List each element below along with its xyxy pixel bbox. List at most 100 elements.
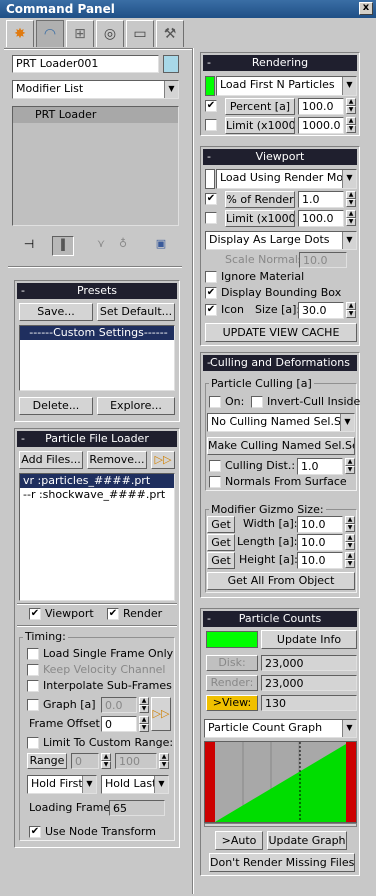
height-spinner[interactable]: ▲ ▼ [345, 552, 355, 569]
length-spinner[interactable]: ▲ ▼ [345, 534, 355, 551]
presets-set-default-button[interactable]: Set Default... [97, 303, 175, 321]
viewport-limit-spinner[interactable]: ▲ ▼ [346, 210, 356, 227]
make-unique-icon[interactable]: ⋎ [92, 237, 110, 255]
viewport-mode-dropdown[interactable]: Load Using Render Mode ▼ [216, 169, 357, 189]
range-button[interactable]: Range [27, 753, 67, 769]
render-mode-dropdown[interactable]: Load First N Particles ▼ [216, 76, 357, 96]
tab-create[interactable]: ✸ [6, 20, 34, 47]
culling-on-checkbox[interactable] [209, 396, 221, 408]
get-width-button[interactable]: Get [207, 516, 235, 533]
get-all-from-object-button[interactable]: Get All From Object [207, 572, 355, 590]
pct-render-input[interactable]: 1.0 [298, 191, 344, 208]
culling-dist-spinner[interactable]: ▲ ▼ [345, 458, 355, 475]
rendering-header[interactable]: - Rendering [203, 55, 357, 71]
presets-delete-button[interactable]: Delete... [19, 397, 93, 415]
normals-from-surface-checkbox[interactable] [209, 476, 221, 488]
pct-render-checkbox[interactable]: ✔ [205, 193, 217, 205]
update-info-button[interactable]: Update Info [261, 630, 357, 649]
hold-first-dropdown[interactable]: Hold First ▼ [27, 775, 97, 794]
scale-normals-input[interactable]: 10.0 [299, 252, 347, 268]
auto-button[interactable]: >Auto [215, 831, 263, 850]
culling-header[interactable]: - Culling and Deformations [203, 355, 357, 371]
range-start-spinner[interactable]: ▲ ▼ [101, 753, 111, 770]
configure-sets-icon[interactable]: ▣ [152, 237, 170, 255]
frame-offset-input[interactable]: 0 [101, 716, 137, 732]
tab-hierarchy[interactable]: ⊞ [66, 20, 94, 47]
file-loader-header[interactable]: - Particle File Loader [17, 431, 177, 447]
object-name-input[interactable]: PRT Loader001 [12, 55, 159, 73]
make-culling-named-sel-button[interactable]: Make Culling Named Sel.Set... [207, 437, 355, 455]
stack-item[interactable]: PRT Loader [13, 107, 178, 123]
viewport-limit-input[interactable]: 100.0 [298, 210, 344, 227]
update-graph-button[interactable]: Update Graph [267, 831, 347, 850]
graph-input[interactable]: 0.0 [101, 697, 137, 713]
get-height-button[interactable]: Get [207, 552, 235, 569]
disk-button[interactable]: Disk: [206, 655, 258, 671]
object-color-swatch[interactable] [163, 55, 179, 73]
graph-mode-dropdown[interactable]: Particle Count Graph ▼ [204, 719, 357, 738]
graph-spinner[interactable]: ▲ ▼ [139, 697, 149, 714]
presets-header[interactable]: - Presets [17, 283, 177, 299]
display-mode-dropdown[interactable]: Display As Large Dots ▼ [205, 231, 357, 250]
list-item[interactable]: ------Custom Settings------ [20, 326, 174, 340]
remove-modifier-icon[interactable]: ♁ [114, 237, 132, 255]
limit-spinner[interactable]: ▲ ▼ [346, 117, 356, 134]
hold-last-dropdown[interactable]: Hold Last ▼ [101, 775, 169, 794]
viewport-limit-button[interactable]: Limit (x1000) [225, 210, 295, 227]
presets-list[interactable]: ------Custom Settings------ [19, 325, 175, 391]
limit-checkbox[interactable] [205, 119, 217, 131]
viewport-limit-checkbox[interactable] [205, 212, 217, 224]
icon-size-spinner[interactable]: ▲ ▼ [346, 302, 356, 319]
culling-named-sel-dropdown[interactable]: No Culling Named Sel.Set ▼ [207, 413, 355, 432]
tab-motion[interactable]: ◎ [96, 20, 124, 47]
culling-dist-input[interactable]: 1.0 [297, 458, 343, 475]
modifier-list-dropdown[interactable]: Modifier List ▼ [12, 80, 179, 99]
interpolate-checkbox[interactable] [27, 680, 39, 692]
tab-utilities[interactable]: ⚒ [156, 20, 184, 47]
width-input[interactable]: 10.0 [297, 516, 343, 533]
add-files-button[interactable]: Add Files... [19, 451, 83, 469]
load-single-frame-checkbox[interactable] [27, 648, 39, 660]
ignore-material-checkbox[interactable] [205, 271, 217, 283]
graph-checkbox[interactable] [27, 699, 39, 711]
width-spinner[interactable]: ▲ ▼ [345, 516, 355, 533]
viewport-checkbox[interactable]: ✔ [29, 608, 41, 620]
get-length-button[interactable]: Get [207, 534, 235, 551]
invert-cull-checkbox[interactable] [251, 396, 263, 408]
modifier-stack[interactable]: PRT Loader [12, 106, 179, 226]
percent-button[interactable]: Percent [a] [225, 98, 295, 115]
percent-checkbox[interactable]: ✔ [205, 100, 217, 112]
limit-range-checkbox[interactable] [27, 737, 39, 749]
culling-dist-checkbox[interactable] [209, 460, 221, 472]
particle-counts-header[interactable]: - Particle Counts [203, 611, 357, 627]
length-input[interactable]: 10.0 [297, 534, 343, 551]
icon-checkbox[interactable]: ✔ [205, 304, 217, 316]
frame-offset-spinner[interactable]: ▲ ▼ [139, 716, 149, 733]
percent-input[interactable]: 100.0 [298, 98, 344, 115]
presets-save-button[interactable]: Save... [19, 303, 93, 321]
range-end-input[interactable]: 100 [115, 753, 157, 769]
render-checkbox[interactable]: ✔ [107, 608, 119, 620]
remove-files-button[interactable]: Remove... [87, 451, 147, 469]
height-input[interactable]: 10.0 [297, 552, 343, 569]
pct-render-spinner[interactable]: ▲ ▼ [346, 191, 356, 208]
limit-input[interactable]: 1000.0 [298, 117, 344, 134]
keep-velocity-checkbox[interactable] [27, 664, 39, 676]
file-list[interactable]: vr :particles_####.prt --r :shockwave_##… [19, 473, 175, 601]
tab-display[interactable]: ▭ [126, 20, 154, 47]
icon-size-input[interactable]: 30.0 [298, 302, 344, 319]
view-count-button[interactable]: >View: [206, 695, 258, 711]
render-count-button[interactable]: Render: [206, 675, 258, 691]
close-icon[interactable]: x [359, 2, 373, 15]
presets-explore-button[interactable]: Explore... [97, 397, 175, 415]
range-start-input[interactable]: 0 [71, 753, 99, 769]
update-view-cache-button[interactable]: UPDATE VIEW CACHE [205, 323, 357, 342]
list-item[interactable]: vr :particles_####.prt [20, 474, 174, 488]
limit-button[interactable]: Limit (x1000) [225, 117, 295, 134]
range-end-spinner[interactable]: ▲ ▼ [159, 753, 169, 770]
viewport-header[interactable]: - Viewport [203, 149, 357, 165]
bounding-box-checkbox[interactable]: ✔ [205, 287, 217, 299]
pin-stack-icon[interactable]: ⊣ [20, 237, 38, 255]
use-node-transform-checkbox[interactable]: ✔ [29, 826, 41, 838]
list-item[interactable]: --r :shockwave_####.prt [20, 488, 174, 502]
